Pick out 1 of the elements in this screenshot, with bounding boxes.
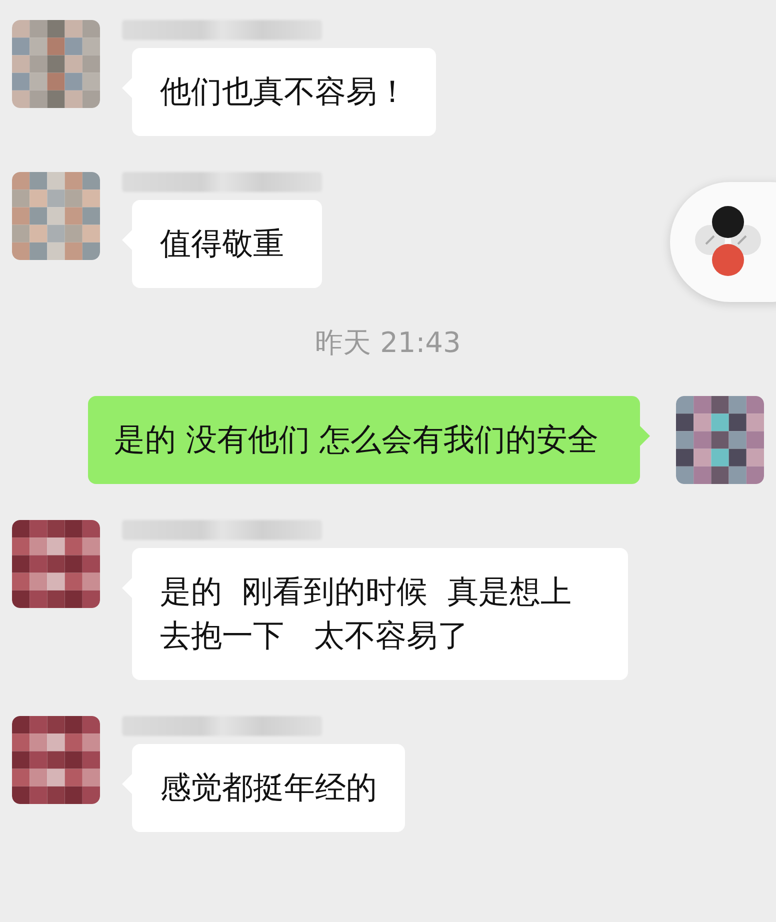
timestamp: 昨天 21:43 [315, 325, 461, 361]
